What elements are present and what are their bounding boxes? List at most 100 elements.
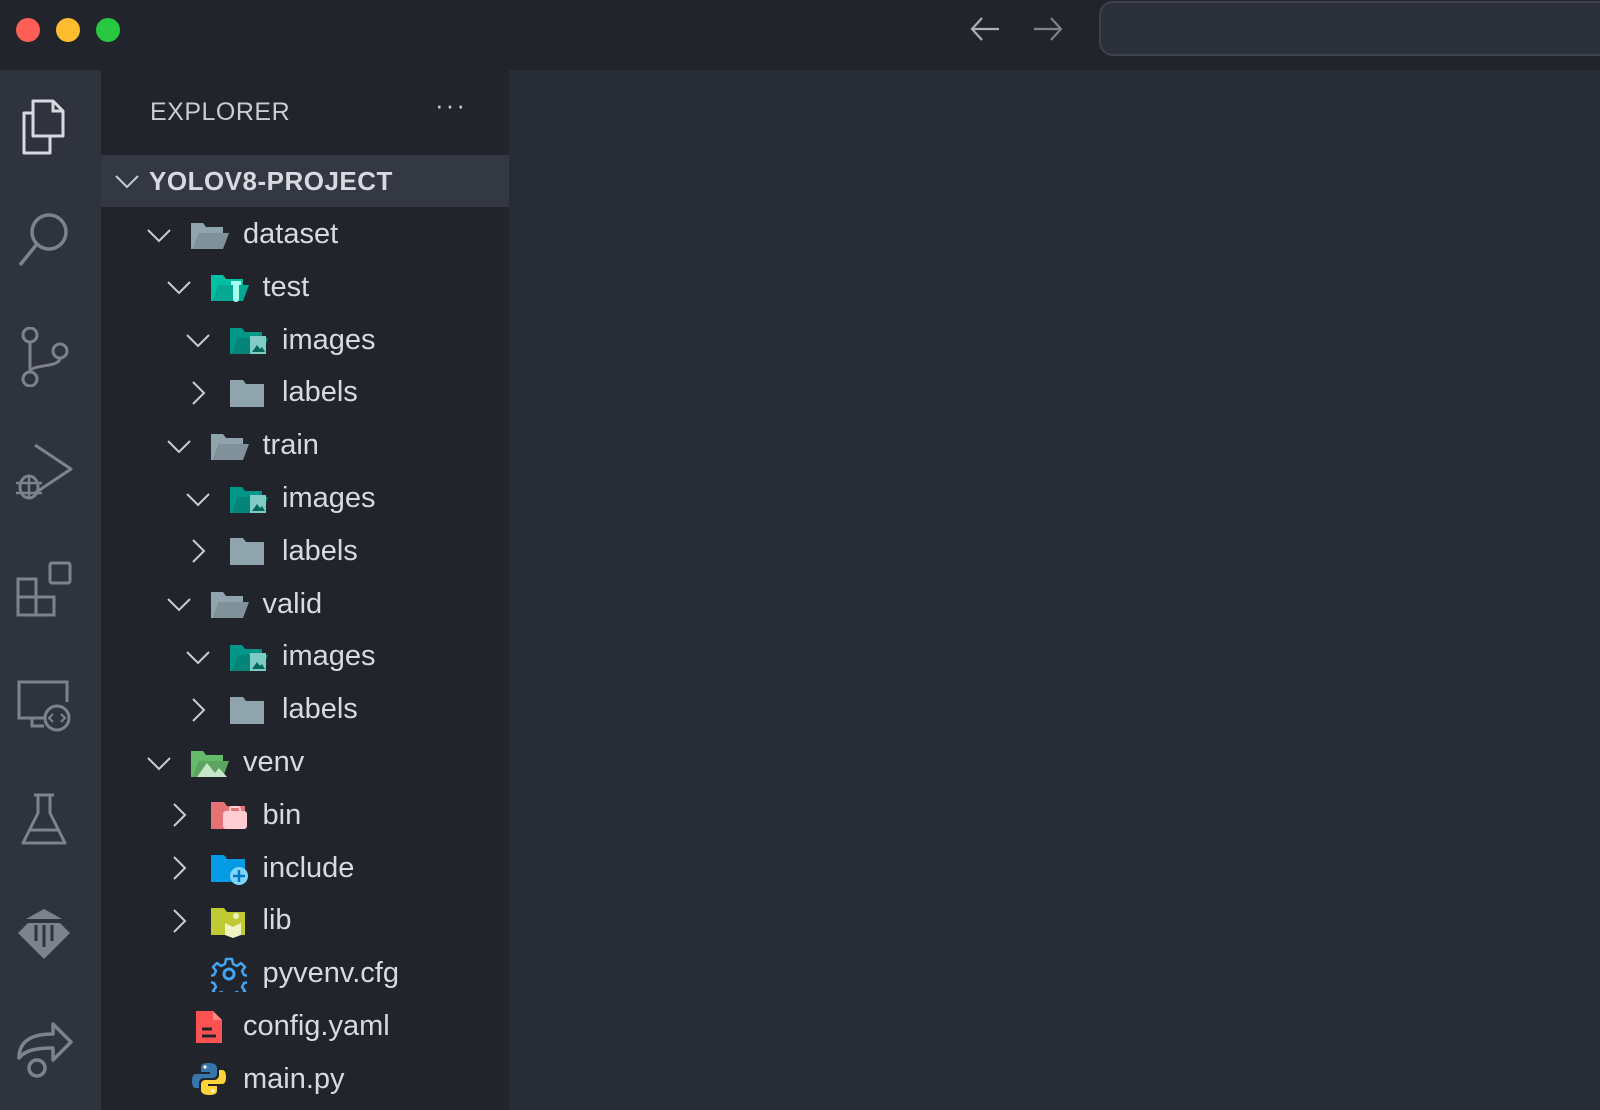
tree-file-row[interactable]: main.py — [101, 1053, 509, 1106]
project-root-row[interactable]: YOLOV8-PROJECT — [101, 155, 509, 207]
forward-button[interactable] — [1028, 14, 1068, 44]
tree-folder-row[interactable]: labels — [101, 683, 509, 736]
activity-custom-extension[interactable] — [13, 904, 75, 966]
extension-logo-icon — [18, 909, 70, 959]
explorer-title: EXPLORER — [150, 98, 291, 126]
search-icon — [18, 213, 68, 267]
folder-test-icon — [209, 269, 249, 305]
tree-item-label: lib — [262, 904, 292, 937]
tree-folder-row[interactable]: bin — [101, 789, 509, 842]
tree-item-label: pyvenv.cfg — [262, 957, 399, 990]
explorer-sidebar: EXPLORER ··· YOLOV8-PROJECT dataset test i… — [101, 70, 509, 1110]
command-center-search[interactable] — [1099, 1, 1600, 56]
tree-file-row[interactable]: config.yaml — [101, 1000, 509, 1053]
tree-folder-row[interactable]: labels — [101, 525, 509, 578]
tree-item-label: main.py — [243, 1062, 345, 1095]
chevron-down-icon[interactable] — [165, 590, 193, 618]
tree-folder-row[interactable]: lib — [101, 894, 509, 947]
folder-icon — [228, 533, 268, 569]
minimize-window-button[interactable] — [56, 18, 80, 42]
yaml-file-icon — [189, 1009, 229, 1045]
tree-folder-row[interactable]: images — [101, 472, 509, 525]
folder-icon — [228, 375, 268, 411]
maximize-window-button[interactable] — [96, 18, 120, 42]
extensions-icon — [16, 561, 72, 617]
tree-item-label: venv — [243, 746, 305, 778]
editor-area — [509, 70, 1600, 1110]
tree-item-label: images — [282, 482, 376, 514]
live-share-icon — [17, 1022, 73, 1078]
chevron-down-icon[interactable] — [184, 485, 212, 513]
folder-images-icon — [228, 639, 268, 675]
activity-extensions[interactable] — [13, 558, 75, 620]
chevron-right-icon[interactable] — [184, 537, 212, 565]
folder-open-icon — [209, 428, 249, 464]
folder-venv-icon — [189, 745, 229, 781]
python-icon — [189, 1061, 229, 1097]
folder-bin-icon — [209, 797, 249, 833]
tree-item-label: test — [262, 270, 310, 303]
tree-item-label: valid — [262, 587, 323, 620]
chevron-right-icon[interactable] — [184, 379, 212, 407]
activity-live-share[interactable] — [13, 1018, 75, 1080]
folder-icon — [228, 692, 268, 728]
title-bar — [0, 0, 1600, 70]
chevron-down-icon[interactable] — [145, 221, 173, 249]
folder-images-icon — [228, 481, 268, 517]
arrow-left-icon — [970, 17, 999, 41]
chevron-down-icon[interactable] — [184, 326, 212, 354]
project-name: YOLOV8-PROJECT — [149, 165, 393, 196]
tree-item-label: images — [282, 323, 376, 356]
tree-item-label: labels — [282, 376, 358, 409]
arrow-right-icon — [1034, 17, 1063, 41]
tree-folder-row[interactable]: labels — [101, 366, 509, 419]
folder-open-icon — [189, 217, 229, 253]
more-actions-button[interactable]: ··· — [431, 90, 471, 120]
beaker-icon — [21, 793, 67, 845]
tree-folder-row[interactable]: train — [101, 419, 509, 472]
chevron-down-icon[interactable] — [165, 432, 193, 460]
back-button[interactable] — [965, 14, 1005, 44]
tree-folder-row[interactable]: test — [101, 261, 509, 314]
tree-item-label: images — [282, 640, 376, 673]
tree-folder-row[interactable]: dataset — [101, 208, 509, 261]
activity-source-control[interactable] — [13, 326, 75, 388]
activity-search[interactable] — [13, 210, 75, 272]
tree-item-label: config.yaml — [243, 1010, 390, 1042]
tree-folder-row[interactable]: include — [101, 842, 509, 895]
tree-folder-row[interactable]: images — [101, 314, 509, 367]
files-icon — [22, 99, 65, 155]
activity-explorer[interactable] — [13, 97, 75, 159]
tree-item-label: dataset — [243, 218, 339, 250]
folder-include-icon — [209, 850, 249, 886]
folder-lib-icon — [209, 903, 249, 939]
folder-images-icon — [228, 322, 268, 358]
activity-remote-explorer[interactable] — [13, 675, 75, 737]
activity-testing[interactable] — [13, 789, 75, 851]
close-window-button[interactable] — [16, 18, 40, 42]
chevron-right-icon[interactable] — [184, 696, 212, 724]
chevron-down-icon[interactable] — [184, 643, 212, 671]
folder-open-icon — [209, 586, 249, 622]
activity-bar — [0, 70, 101, 1110]
chevron-right-icon[interactable] — [165, 801, 193, 829]
run-debug-icon — [16, 443, 73, 500]
chevron-right-icon[interactable] — [165, 854, 193, 882]
remote-explorer-icon — [17, 680, 71, 732]
tree-folder-row[interactable]: valid — [101, 578, 509, 631]
tree-folder-row[interactable]: images — [101, 630, 509, 683]
tree-item-label: include — [262, 851, 355, 884]
chevron-right-icon[interactable] — [165, 907, 193, 935]
chevron-down-icon[interactable] — [165, 273, 193, 301]
tree-item-label: train — [262, 429, 319, 462]
activity-run-debug[interactable] — [13, 441, 75, 503]
tree-item-label: labels — [282, 534, 358, 567]
tree-folder-row[interactable]: venv — [101, 736, 509, 789]
chevron-down-icon[interactable] — [145, 749, 173, 777]
source-control-icon — [21, 327, 69, 387]
gear-icon — [209, 956, 249, 992]
tree-file-row[interactable]: pyvenv.cfg — [101, 947, 509, 1000]
